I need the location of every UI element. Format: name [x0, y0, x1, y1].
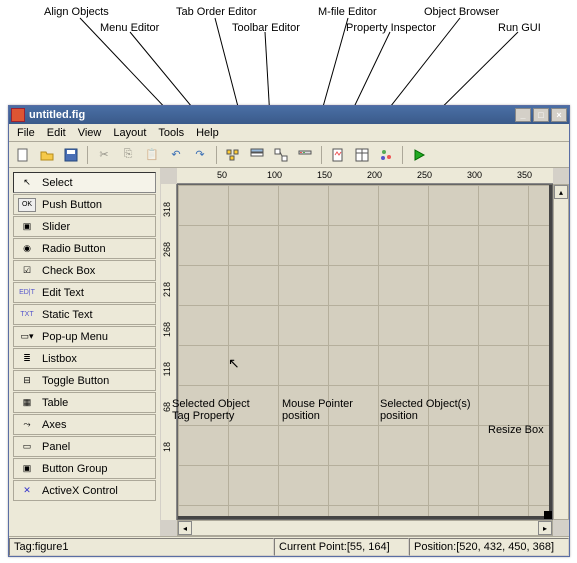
pushbutton-icon: OK [18, 198, 36, 212]
canvas-edge-right [549, 185, 552, 519]
scroll-right-icon[interactable]: ▸ [538, 521, 552, 535]
mfile-editor-icon[interactable] [328, 145, 348, 165]
property-inspector-icon[interactable] [352, 145, 372, 165]
slider-icon: ▣ [18, 220, 36, 234]
layout-canvas[interactable]: ↖ [177, 184, 553, 520]
panel-icon: ▭ [18, 440, 36, 454]
pal-select[interactable]: ↖Select [13, 172, 156, 193]
statusbar: Tag: figure1 Current Point: [55, 164] Po… [9, 536, 569, 556]
ruler-horizontal: 50 100 150 200 250 300 350 [177, 168, 553, 184]
menubar: File Edit View Layout Tools Help [9, 124, 569, 142]
checkbox-icon: ☑ [18, 264, 36, 278]
toggle-icon: ⊟ [18, 374, 36, 388]
maximize-button[interactable]: □ [533, 108, 549, 122]
pal-toggle[interactable]: ⊟Toggle Button [13, 370, 156, 391]
undo-icon[interactable]: ↶ [166, 145, 186, 165]
ann-toolbar-editor: Toolbar Editor [232, 22, 300, 34]
run-icon[interactable] [409, 145, 429, 165]
scrollbar-horizontal[interactable]: ◂ ▸ [177, 520, 553, 536]
align-icon[interactable] [223, 145, 243, 165]
cut-icon[interactable]: ✂ [94, 145, 114, 165]
arrow-icon: ↖ [18, 176, 36, 190]
pal-activex[interactable]: ✕ActiveX Control [13, 480, 156, 501]
menu-layout[interactable]: Layout [107, 125, 152, 141]
ann-run-gui: Run GUI [498, 22, 541, 34]
canvas-edge-bottom [178, 516, 552, 519]
ann-property-inspector: Property Inspector [346, 22, 436, 34]
listbox-icon: ≣ [18, 352, 36, 366]
ruler-vertical: 318 268 218 168 118 68 18 [161, 184, 177, 520]
ann-mouse-pos: Mouse Pointerposition [282, 398, 353, 422]
titlebar[interactable]: untitled.fig _ □ × [9, 106, 569, 124]
scrollbar-vertical[interactable]: ▴ [553, 184, 569, 520]
status-position: Position: [520, 432, 450, 368] [409, 538, 569, 556]
menu-help[interactable]: Help [190, 125, 225, 141]
buttongroup-icon: ▣ [18, 462, 36, 476]
menu-edit[interactable]: Edit [41, 125, 72, 141]
toolbar: ✂ ⎘ 📋 ↶ ↷ [9, 142, 569, 168]
toolbar-editor-icon[interactable] [295, 145, 315, 165]
ann-sel-pos: Selected Object(s)position [380, 398, 470, 422]
canvas-area: 50 100 150 200 250 300 350 318 268 218 1… [161, 168, 569, 536]
popup-icon: ▭▾ [18, 330, 36, 344]
ann-tag-property: Selected ObjectTag Property [172, 398, 250, 422]
pal-checkbox[interactable]: ☑Check Box [13, 260, 156, 281]
menu-tools[interactable]: Tools [152, 125, 190, 141]
pal-radio[interactable]: ◉Radio Button [13, 238, 156, 259]
resize-handle[interactable] [544, 511, 552, 519]
table-icon: ▦ [18, 396, 36, 410]
status-current-point: Current Point: [55, 164] [274, 538, 409, 556]
copy-icon[interactable]: ⎘ [118, 145, 138, 165]
guide-window: untitled.fig _ □ × File Edit View Layout… [8, 105, 570, 557]
menu-view[interactable]: View [72, 125, 108, 141]
menu-editor-icon[interactable] [247, 145, 267, 165]
radio-icon: ◉ [18, 242, 36, 256]
ann-tab-order: Tab Order Editor [176, 6, 257, 18]
pal-axes[interactable]: ⤳Axes [13, 414, 156, 435]
open-icon[interactable] [37, 145, 57, 165]
pal-table[interactable]: ▦Table [13, 392, 156, 413]
window-title: untitled.fig [29, 109, 85, 121]
menu-file[interactable]: File [11, 125, 41, 141]
ann-align: Align Objects [44, 6, 109, 18]
scroll-left-icon[interactable]: ◂ [178, 521, 192, 535]
pal-slider[interactable]: ▣Slider [13, 216, 156, 237]
save-icon[interactable] [61, 145, 81, 165]
new-icon[interactable] [13, 145, 33, 165]
activex-icon: ✕ [18, 484, 36, 498]
ann-resize-box: Resize Box [488, 424, 544, 436]
pal-edit-text[interactable]: ED|TEdit Text [13, 282, 156, 303]
pal-static-text[interactable]: TXTStatic Text [13, 304, 156, 325]
pal-push-button[interactable]: OKPush Button [13, 194, 156, 215]
component-palette: ↖Select OKPush Button ▣Slider ◉Radio But… [9, 168, 161, 536]
redo-icon[interactable]: ↷ [190, 145, 210, 165]
statictext-icon: TXT [18, 308, 36, 322]
scroll-up-icon[interactable]: ▴ [554, 185, 568, 199]
pal-panel[interactable]: ▭Panel [13, 436, 156, 457]
minimize-button[interactable]: _ [515, 108, 531, 122]
pal-button-group[interactable]: ▣Button Group [13, 458, 156, 479]
paste-icon[interactable]: 📋 [142, 145, 162, 165]
close-button[interactable]: × [551, 108, 567, 122]
object-browser-icon[interactable] [376, 145, 396, 165]
pal-popup[interactable]: ▭▾Pop-up Menu [13, 326, 156, 347]
ann-object-browser: Object Browser [424, 6, 499, 18]
ann-mfile: M-file Editor [318, 6, 377, 18]
tab-order-icon[interactable] [271, 145, 291, 165]
pal-listbox[interactable]: ≣Listbox [13, 348, 156, 369]
app-icon [11, 108, 25, 122]
axes-icon: ⤳ [18, 418, 36, 432]
ann-menu-editor: Menu Editor [100, 22, 159, 34]
status-tag: Tag: figure1 [9, 538, 274, 556]
mouse-cursor-icon: ↖ [228, 355, 240, 372]
edittext-icon: ED|T [18, 286, 36, 300]
